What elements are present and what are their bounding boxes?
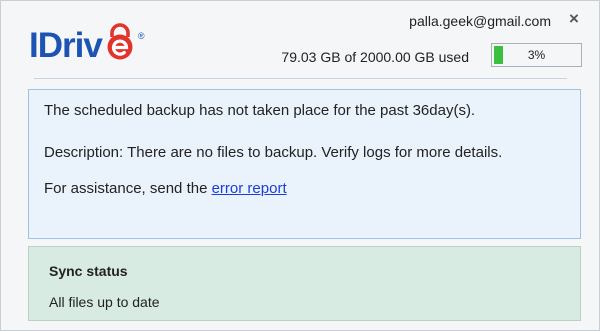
sync-status-text: All files up to date bbox=[49, 294, 160, 310]
logo-lock-e-icon bbox=[103, 23, 137, 63]
logo-wordmark: IDriv bbox=[29, 26, 103, 65]
account-email: palla.geek@gmail.com bbox=[409, 13, 551, 29]
sync-status-panel: Sync status All files up to date bbox=[28, 246, 581, 321]
alert-assistance: For assistance, send the error report bbox=[44, 180, 287, 197]
backup-alert-panel: The scheduled backup has not taken place… bbox=[28, 89, 581, 239]
sync-status-title: Sync status bbox=[49, 263, 128, 279]
storage-usage-bar: 3% bbox=[491, 43, 582, 67]
alert-description: Description: There are no files to backu… bbox=[44, 144, 503, 161]
alert-message: The scheduled backup has not taken place… bbox=[44, 102, 476, 119]
error-report-link[interactable]: error report bbox=[212, 180, 287, 197]
idrive-logo: IDriv ® bbox=[29, 23, 144, 63]
storage-usage-percent: 3% bbox=[527, 48, 546, 62]
close-icon[interactable]: × bbox=[565, 10, 583, 28]
registered-mark: ® bbox=[137, 31, 145, 41]
header-divider bbox=[34, 78, 567, 79]
assistance-text: For assistance, send the bbox=[44, 180, 212, 197]
storage-usage-text: 79.03 GB of 2000.00 GB used bbox=[281, 49, 469, 65]
idrive-notification-window: IDriv ® palla.geek@gmail.com × 79.03 GB … bbox=[0, 0, 600, 331]
